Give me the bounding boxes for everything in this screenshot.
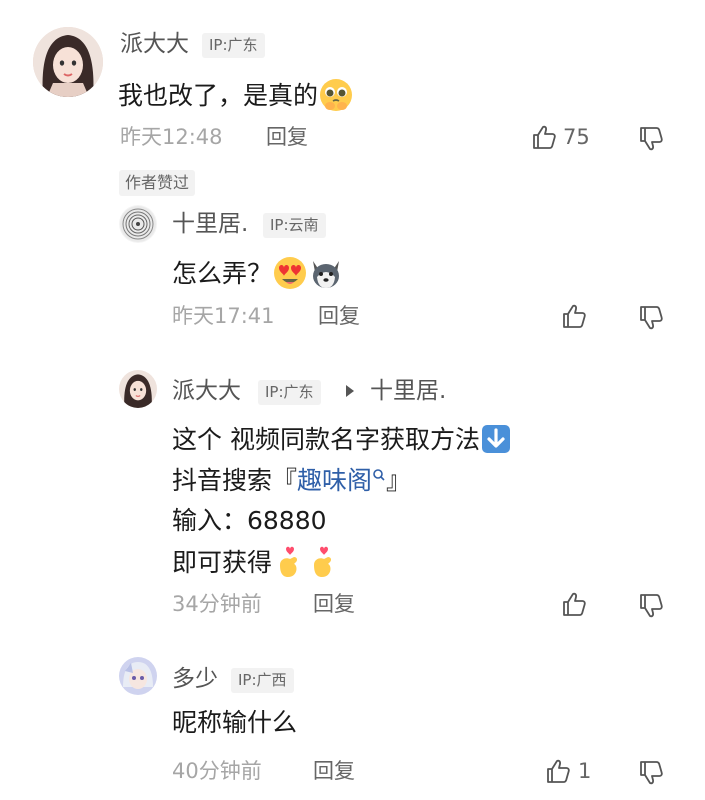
comment-text: 怎么弄？ [172, 255, 344, 295]
pleading-face-emoji-icon [318, 77, 354, 117]
reply-button[interactable]: 回复 [313, 761, 355, 782]
husky-dog-emoji-icon [308, 255, 344, 295]
comment-time: 40分钟前 [172, 759, 262, 783]
search-link[interactable]: 趣味阁 [297, 466, 372, 495]
comment-time: 昨天12:48 [120, 125, 223, 149]
comment-line-1: 这个 视频同款名字获取方法 [172, 423, 512, 459]
reply-button[interactable]: 回复 [318, 306, 360, 327]
down-arrow-emoji-icon [480, 423, 512, 459]
finger-heart-emoji-icon [306, 545, 340, 583]
comment-time: 34分钟前 [172, 592, 262, 616]
girl-portrait-avatar[interactable] [119, 370, 157, 408]
ring-pattern-avatar[interactable] [119, 205, 157, 243]
thumb-up-icon[interactable] [561, 303, 587, 329]
comment-text: 昵称输什么 [172, 708, 298, 737]
like-count: 75 [563, 125, 590, 149]
username[interactable]: 派大大 [172, 380, 241, 403]
author-liked-tag: 作者赞过 [119, 170, 196, 196]
comment-line-2: 抖音搜索『趣味阁』 [172, 468, 411, 493]
comment-line-3: 输入：68880 [172, 506, 327, 535]
comment-line-2-suffix: 』 [386, 466, 412, 495]
comment-text-body: 怎么弄？ [172, 259, 273, 288]
girl-portrait-avatar[interactable] [33, 27, 103, 97]
thumb-down-icon[interactable] [638, 760, 664, 786]
thumb-up-icon[interactable] [531, 124, 557, 150]
comment-line-4: 即可获得 [172, 545, 340, 583]
username[interactable]: 多少 [172, 668, 218, 691]
comment-text: 我也改了，是真的 [118, 77, 354, 117]
username[interactable]: 派大大 [120, 33, 189, 56]
thumb-down-icon[interactable] [638, 126, 664, 152]
reply-button[interactable]: 回复 [266, 127, 308, 148]
ip-location-badge: IP:广西 [231, 668, 294, 693]
ip-location-badge: IP:广东 [202, 33, 265, 58]
ip-location-badge: IP:广东 [258, 380, 321, 405]
thumb-up-icon[interactable] [545, 758, 571, 784]
like-count: 1 [578, 759, 592, 783]
anime-character-avatar[interactable] [119, 657, 157, 695]
heart-eyes-emoji-icon [272, 255, 308, 295]
thumb-down-icon[interactable] [638, 593, 664, 619]
reply-button[interactable]: 回复 [313, 594, 355, 615]
thumb-up-icon[interactable] [561, 591, 587, 617]
ip-location-badge: IP:云南 [263, 213, 326, 238]
comment-line-2-prefix: 抖音搜索『 [172, 466, 298, 495]
finger-heart-emoji-icon [272, 545, 306, 583]
comment-time: 昨天17:41 [172, 304, 275, 328]
comment-text-body: 我也改了，是真的 [118, 81, 319, 110]
reply-arrow-icon [346, 385, 354, 397]
comment-line-4-text: 即可获得 [172, 548, 273, 577]
username[interactable]: 十里居. [172, 213, 248, 236]
search-icon [373, 469, 385, 481]
comment-line-1-text: 这个 视频同款名字获取方法 [172, 425, 480, 454]
thumb-down-icon[interactable] [638, 305, 664, 331]
reply-to-username[interactable]: 十里居. [370, 380, 446, 403]
